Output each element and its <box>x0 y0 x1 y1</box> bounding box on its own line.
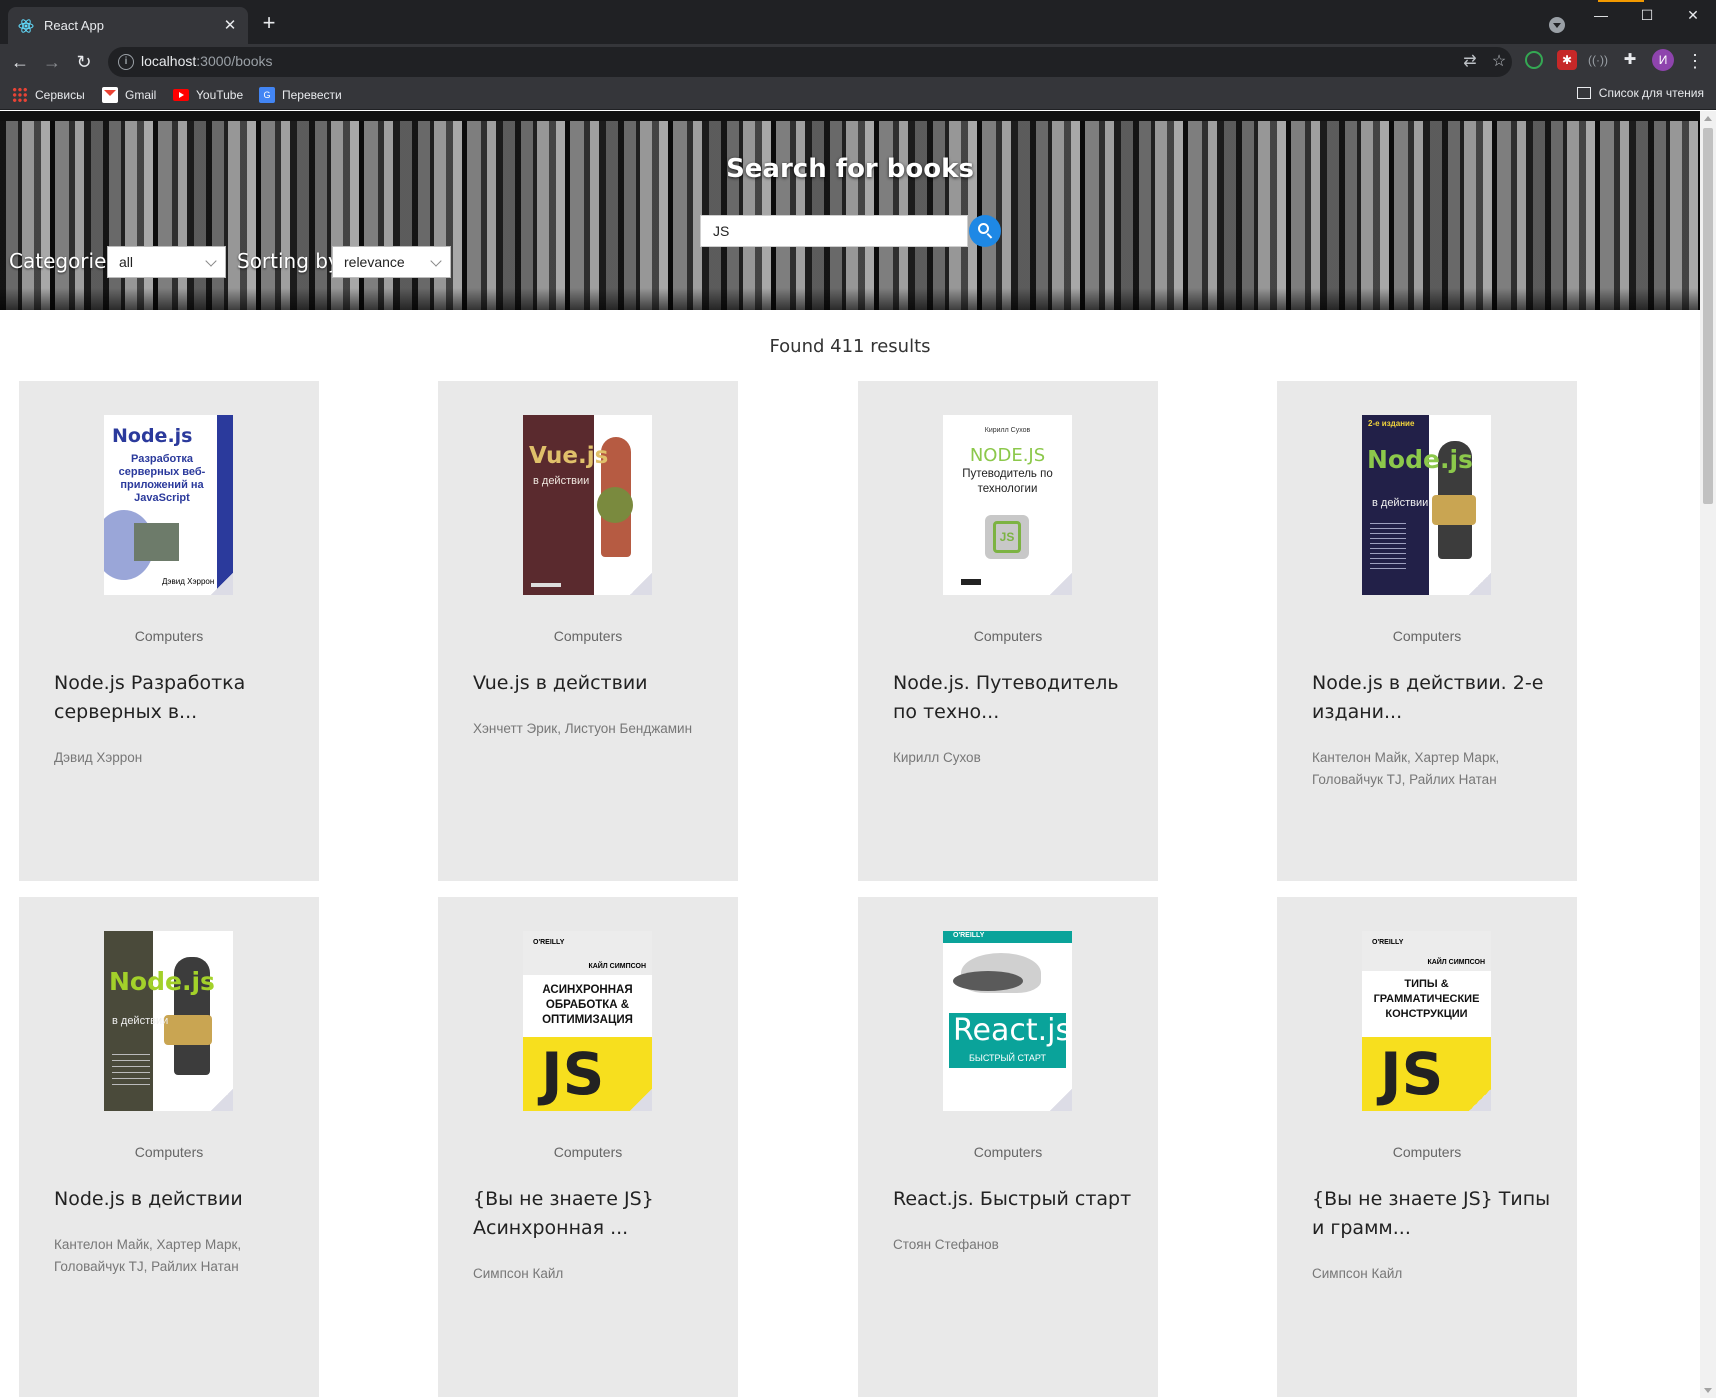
bookmark-youtube[interactable]: YouTube <box>173 86 243 104</box>
book-card[interactable]: Кирилл Сухов NODE.JS Путеводитель по тех… <box>858 381 1158 881</box>
youtube-icon <box>173 89 189 101</box>
tab-search-icon[interactable] <box>1549 17 1565 33</box>
extension-broadcast-icon[interactable]: ((·)) <box>1588 50 1608 70</box>
book-category: Computers <box>134 628 204 644</box>
book-title[interactable]: Vue.js в действии <box>473 669 713 698</box>
extensions-puzzle-icon[interactable]: ✚ <box>1620 50 1640 70</box>
book-cover[interactable]: O'REILLY React.js БЫСТРЫЙ СТАРТ <box>943 931 1072 1111</box>
page-scrollbar[interactable] <box>1700 111 1716 1398</box>
book-title[interactable]: Node.js в действии <box>54 1185 294 1214</box>
book-category: Computers <box>1392 628 1462 644</box>
browser-tab[interactable]: React App ✕ <box>8 7 248 44</box>
book-card[interactable]: O'REILLY КАЙЛ СИМПСОН ТИПЫ & ГРАММАТИЧЕС… <box>1277 897 1577 1397</box>
extension-red-icon[interactable]: ✱ <box>1557 50 1577 70</box>
book-category: Computers <box>553 628 623 644</box>
maximize-button[interactable]: ☐ <box>1624 0 1670 30</box>
page-viewport: Search for books JS Categories all Sorti… <box>0 111 1700 1398</box>
reading-list-button[interactable]: Список для чтения <box>1576 86 1704 100</box>
chevron-down-icon <box>430 255 442 267</box>
extension-green-icon[interactable] <box>1525 51 1543 69</box>
book-authors: Стоян Стефанов <box>893 1237 999 1252</box>
book-category: Computers <box>973 1144 1043 1160</box>
hero-title: Search for books <box>726 154 974 184</box>
book-cover[interactable]: Кирилл Сухов NODE.JS Путеводитель по тех… <box>943 415 1072 595</box>
book-authors: Кантелон Майк, Хартер Марк, Головайчук T… <box>1312 750 1500 787</box>
reading-list-icon <box>1576 87 1591 99</box>
book-cover[interactable]: 2-е издание Node.js в действии <box>1362 415 1491 595</box>
tab-title: React App <box>44 18 104 33</box>
book-card[interactable]: Node.js Разработка серверных веб-приложе… <box>19 381 319 881</box>
book-card[interactable]: Node.js в действии Computers Node.js в д… <box>19 897 319 1397</box>
book-cover[interactable]: O'REILLY КАЙЛ СИМПСОН АСИНХРОННАЯ ОБРАБО… <box>523 931 652 1111</box>
browser-menu-icon[interactable]: ⋮ <box>1686 50 1704 72</box>
book-authors: Дэвид Хэррон <box>54 750 143 765</box>
book-category: Computers <box>553 1144 623 1160</box>
bookmark-apps[interactable]: Сервисы <box>12 86 85 104</box>
sorting-select[interactable]: relevance <box>332 246 451 278</box>
profile-avatar[interactable]: И <box>1652 49 1674 71</box>
bookmark-star-icon[interactable]: ☆ <box>1490 53 1508 71</box>
react-logo-icon <box>18 18 34 34</box>
book-cover[interactable]: Vue.js в действии <box>523 415 652 595</box>
apps-grid-icon <box>12 87 28 103</box>
search-input[interactable]: JS <box>700 215 968 247</box>
scroll-down-icon[interactable] <box>1704 1388 1712 1393</box>
bookmarks-bar: Сервисы Gmail YouTube G Перевести Список… <box>0 80 1716 110</box>
hero-banner: Search for books JS Categories all Sorti… <box>0 111 1700 310</box>
bookmark-translate[interactable]: G Перевести <box>259 86 342 104</box>
close-tab-icon[interactable]: ✕ <box>222 17 238 34</box>
book-card[interactable]: O'REILLY КАЙЛ СИМПСОН АСИНХРОННАЯ ОБРАБО… <box>438 897 738 1397</box>
book-card[interactable]: Vue.js в действии Computers Vue.js в дей… <box>438 381 738 881</box>
book-title[interactable]: {Вы не знаете JS} Асинхронная ... <box>473 1185 713 1243</box>
translate-icon[interactable]: ⇄ <box>1461 53 1479 71</box>
book-category: Computers <box>134 1144 204 1160</box>
tab-strip: React App ✕ + — ☐ ✕ <box>0 0 1716 44</box>
book-cover[interactable]: O'REILLY КАЙЛ СИМПСОН ТИПЫ & ГРАММАТИЧЕС… <box>1362 931 1491 1111</box>
book-title[interactable]: Node.js Разработка серверных в... <box>54 669 294 727</box>
url-text[interactable]: localhost:3000/books <box>141 53 273 69</box>
book-cover[interactable]: Node.js Разработка серверных веб-приложе… <box>104 415 233 595</box>
book-title[interactable]: {Вы не знаете JS} Типы и грамм... <box>1312 1185 1552 1243</box>
categories-label: Categories <box>9 249 117 273</box>
sorting-label: Sorting by <box>237 249 340 273</box>
bookmark-gmail[interactable]: Gmail <box>102 86 156 104</box>
book-cover[interactable]: Node.js в действии <box>104 931 233 1111</box>
book-title[interactable]: React.js. Быстрый старт <box>893 1185 1133 1214</box>
close-window-button[interactable]: ✕ <box>1670 0 1716 30</box>
browser-toolbar: ← → ↻ i localhost:3000/books ⇄ ☆ ✱ ((·))… <box>0 44 1716 80</box>
book-authors: Кантелон Майк, Хартер Марк, Головайчук T… <box>54 1237 242 1274</box>
chevron-down-icon <box>205 255 217 267</box>
gmail-icon <box>102 87 118 103</box>
site-info-icon[interactable]: i <box>118 54 134 70</box>
book-authors: Кирилл Сухов <box>893 750 981 765</box>
minimize-button[interactable]: — <box>1578 0 1624 30</box>
scroll-up-icon[interactable] <box>1704 116 1712 121</box>
book-authors: Хэнчетт Эрик, Листуон Бенджамин <box>473 721 693 736</box>
search-button[interactable] <box>969 215 1001 247</box>
new-tab-button[interactable]: + <box>258 12 280 34</box>
scrollbar-thumb[interactable] <box>1703 128 1713 504</box>
book-card[interactable]: 2-е издание Node.js в действии Computers… <box>1277 381 1577 881</box>
book-authors: Симпсон Кайл <box>1312 1266 1403 1281</box>
book-card[interactable]: O'REILLY React.js БЫСТРЫЙ СТАРТ Computer… <box>858 897 1158 1397</box>
google-translate-icon: G <box>259 87 275 103</box>
book-category: Computers <box>1392 1144 1462 1160</box>
forward-icon[interactable]: → <box>40 50 64 74</box>
address-bar[interactable]: i localhost:3000/books ⇄ ☆ <box>108 47 1512 77</box>
book-title[interactable]: Node.js. Путеводитель по техно... <box>893 669 1133 727</box>
results-count: Found 411 results <box>769 336 931 357</box>
book-category: Computers <box>973 628 1043 644</box>
book-authors: Симпсон Кайл <box>473 1266 564 1281</box>
back-icon[interactable]: ← <box>8 50 32 74</box>
reload-icon[interactable]: ↻ <box>72 50 96 74</box>
categories-select[interactable]: all <box>107 246 226 278</box>
book-title[interactable]: Node.js в действии. 2-е издани... <box>1312 669 1552 727</box>
